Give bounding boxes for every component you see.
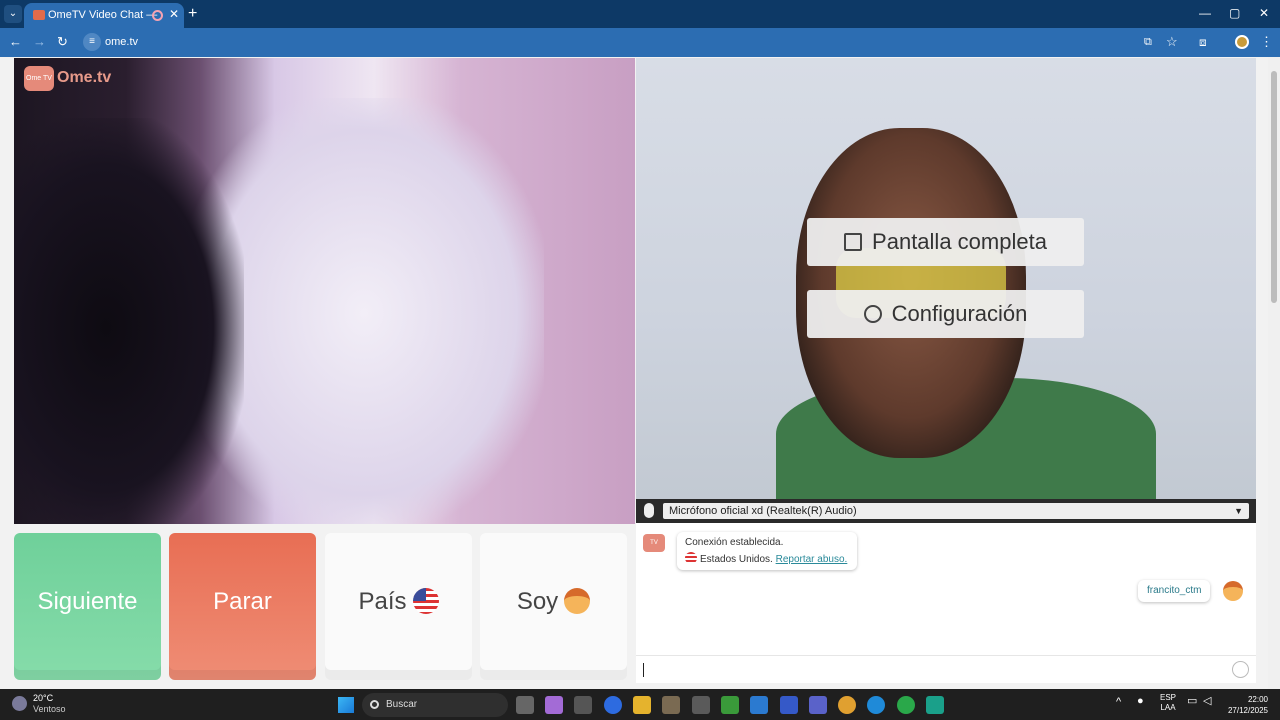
- url-text: ome.tv: [105, 36, 139, 48]
- system-message-line1: Conexión establecida.: [685, 537, 784, 548]
- settings-label: Configuración: [891, 301, 1028, 326]
- language-top: ESP: [1159, 693, 1176, 702]
- site-info-icon[interactable]: ≡: [83, 33, 101, 51]
- mic-icon[interactable]: ●: [1137, 696, 1144, 707]
- flag-us-icon: [685, 552, 697, 564]
- whatsapp-icon[interactable]: [897, 696, 915, 714]
- chrome-icon[interactable]: [838, 696, 856, 714]
- reload-icon[interactable]: ↻: [57, 34, 68, 50]
- gender-button[interactable]: Soy: [480, 533, 627, 680]
- weather-icon: [12, 696, 27, 711]
- chat-panel: TV Conexión establecida. Estados Unidos.…: [636, 523, 1256, 683]
- fullscreen-button[interactable]: Pantalla completa: [807, 218, 1084, 266]
- network-icon[interactable]: ▭: [1187, 696, 1197, 707]
- menu-icon[interactable]: ⋮: [1260, 34, 1273, 50]
- app-icon[interactable]: [780, 696, 798, 714]
- video-hair-shape: [14, 118, 244, 524]
- next-button[interactable]: Siguiente: [14, 533, 161, 680]
- browser-tab[interactable]: OmeTV Video Chat — Omeg ✕: [24, 3, 184, 28]
- close-window-button[interactable]: ✕: [1259, 6, 1269, 20]
- tab-close-button[interactable]: ✕: [169, 7, 179, 21]
- minecraft-icon[interactable]: [721, 696, 739, 714]
- weather-desc: Ventoso: [33, 704, 66, 714]
- windows-taskbar: 20°C Ventoso Buscar ^ ● ESP LAA ▭ ◁ 22:0…: [0, 689, 1280, 720]
- soy-label: Soy: [516, 588, 559, 615]
- scrollbar-thumb[interactable]: [1271, 71, 1277, 303]
- forward-icon[interactable]: →: [33, 34, 46, 50]
- recording-indicator-icon: [152, 10, 163, 21]
- remote-video: [14, 58, 635, 524]
- app-icon[interactable]: [692, 696, 710, 714]
- file-explorer-icon[interactable]: [633, 696, 651, 714]
- taskbar-search[interactable]: Buscar: [362, 693, 508, 717]
- language-bottom: LAA: [1160, 703, 1176, 712]
- edge-icon[interactable]: [867, 696, 885, 714]
- country-label: País: [358, 588, 407, 615]
- tab-search-icon[interactable]: ⌄: [4, 5, 22, 23]
- browser-toolbar: ← → ↻ ≡ ome.tv ⧉ ☆ ⧈ ⋮: [0, 28, 1280, 57]
- clock-date: 27/12/2025: [1227, 706, 1268, 715]
- search-icon: [370, 700, 379, 709]
- weather-temp: 20°C: [33, 693, 54, 703]
- taskbar-search-placeholder: Buscar: [386, 699, 418, 710]
- ometv-chat-logo-icon: TV: [643, 534, 665, 552]
- text-caret: [643, 663, 644, 677]
- new-tab-button[interactable]: +: [188, 5, 197, 23]
- clock-time: 22:00: [1247, 695, 1268, 704]
- emoji-icon[interactable]: [1232, 661, 1249, 678]
- microphone-bar: Micrófono oficial xd (Realtek(R) Audio) …: [636, 499, 1256, 523]
- language-indicator[interactable]: ESP LAA: [1158, 693, 1178, 713]
- app-icon[interactable]: [926, 696, 944, 714]
- tab-favicon: [33, 10, 45, 20]
- microphone-select[interactable]: Micrófono oficial xd (Realtek(R) Audio) …: [663, 503, 1249, 519]
- stop-label: Parar: [213, 588, 272, 615]
- country-button[interactable]: País: [325, 533, 472, 680]
- install-icon[interactable]: ⧉: [1144, 34, 1152, 50]
- copilot-icon[interactable]: [545, 696, 563, 714]
- mic-icon: [644, 503, 654, 518]
- local-video: [636, 58, 1256, 499]
- fullscreen-icon: [844, 233, 863, 251]
- next-label: Siguiente: [37, 588, 138, 615]
- boy-face-icon: [564, 588, 591, 614]
- back-icon[interactable]: ←: [9, 34, 22, 50]
- chevron-down-icon: ▼: [1234, 506, 1243, 516]
- fullscreen-label: Pantalla completa: [872, 229, 1047, 254]
- flag-us-icon: [412, 588, 439, 614]
- report-abuse-link[interactable]: Reportar abuso.: [776, 554, 848, 565]
- clock[interactable]: 22:00 27/12/2025: [1224, 694, 1268, 716]
- tab-title: OmeTV Video Chat — Omeg: [48, 9, 158, 21]
- extensions-icon[interactable]: ⧈: [1199, 34, 1207, 50]
- zoom-icon[interactable]: [604, 696, 622, 714]
- address-bar[interactable]: ≡ ome.tv: [80, 31, 1170, 54]
- page-scrollbar[interactable]: [1268, 57, 1280, 689]
- chevron-up-icon[interactable]: ^: [1116, 697, 1121, 708]
- app-icon[interactable]: [662, 696, 680, 714]
- microphone-select-value: Micrófono oficial xd (Realtek(R) Audio): [669, 505, 857, 517]
- gear-icon: [863, 305, 882, 323]
- profile-icon[interactable]: [1235, 35, 1249, 49]
- system-message: Conexión establecida. Estados Unidos. Re…: [677, 532, 857, 570]
- volume-icon[interactable]: ◁: [1203, 696, 1211, 707]
- chat-input[interactable]: [636, 655, 1256, 683]
- boy-face-icon: [1223, 581, 1243, 601]
- ometv-logo-badge: Ome TV: [24, 66, 54, 91]
- task-view-icon[interactable]: [516, 696, 534, 714]
- stop-button[interactable]: Parar: [169, 533, 316, 680]
- maximize-button[interactable]: ▢: [1229, 6, 1240, 20]
- store-icon[interactable]: [574, 696, 592, 714]
- teams-icon[interactable]: [809, 696, 827, 714]
- vscode-icon[interactable]: [750, 696, 768, 714]
- ometv-logo-text: Ome.tv: [57, 69, 112, 86]
- tab-strip: ⌄ OmeTV Video Chat — Omeg ✕ + — ▢ ✕: [0, 0, 1280, 28]
- settings-button[interactable]: Configuración: [807, 290, 1084, 338]
- ometv-logo[interactable]: Ome TV Ome.tv: [24, 66, 114, 92]
- minimize-button[interactable]: —: [1199, 6, 1211, 20]
- partner-username: francito_ctm: [1138, 580, 1211, 602]
- system-message-country: Estados Unidos.: [700, 554, 773, 565]
- star-icon[interactable]: ☆: [1166, 34, 1178, 50]
- windows-start-icon[interactable]: [338, 697, 354, 713]
